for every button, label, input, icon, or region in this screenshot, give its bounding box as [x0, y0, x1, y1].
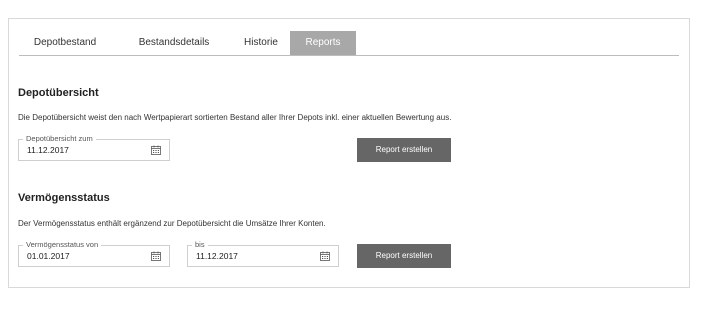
calendar-icon[interactable] [151, 251, 161, 261]
tab-bar: Depotbestand Bestandsdetails Historie Re… [19, 31, 679, 56]
calendar-icon[interactable] [320, 251, 330, 261]
reports-panel: Depotbestand Bestandsdetails Historie Re… [8, 18, 690, 288]
tab-reports[interactable]: Reports [290, 31, 356, 55]
calendar-icon[interactable] [151, 145, 161, 155]
depot-report-button[interactable]: Report erstellen [357, 138, 451, 162]
vermoegen-description: Der Vermögensstatus enthält ergänzend zu… [18, 219, 326, 228]
tab-bestandsdetails[interactable]: Bestandsdetails [124, 31, 224, 55]
vermoegen-to-field[interactable]: bis [187, 240, 339, 267]
vermoegen-from-input[interactable] [27, 246, 137, 266]
tab-historie[interactable]: Historie [231, 31, 291, 55]
depot-description: Die Depotübersicht weist den nach Wertpa… [18, 113, 452, 122]
depot-section-title: Depotübersicht [18, 87, 99, 99]
vermoegen-section-title: Vermögensstatus [18, 192, 110, 204]
vermoegen-to-input[interactable] [196, 246, 306, 266]
depot-date-field[interactable]: Depotübersicht zum [18, 134, 170, 161]
tab-depotbestand[interactable]: Depotbestand [19, 31, 111, 55]
vermoegen-report-button[interactable]: Report erstellen [357, 244, 451, 268]
depot-date-input[interactable] [27, 140, 137, 160]
vermoegen-from-field[interactable]: Vermögensstatus von [18, 240, 170, 267]
